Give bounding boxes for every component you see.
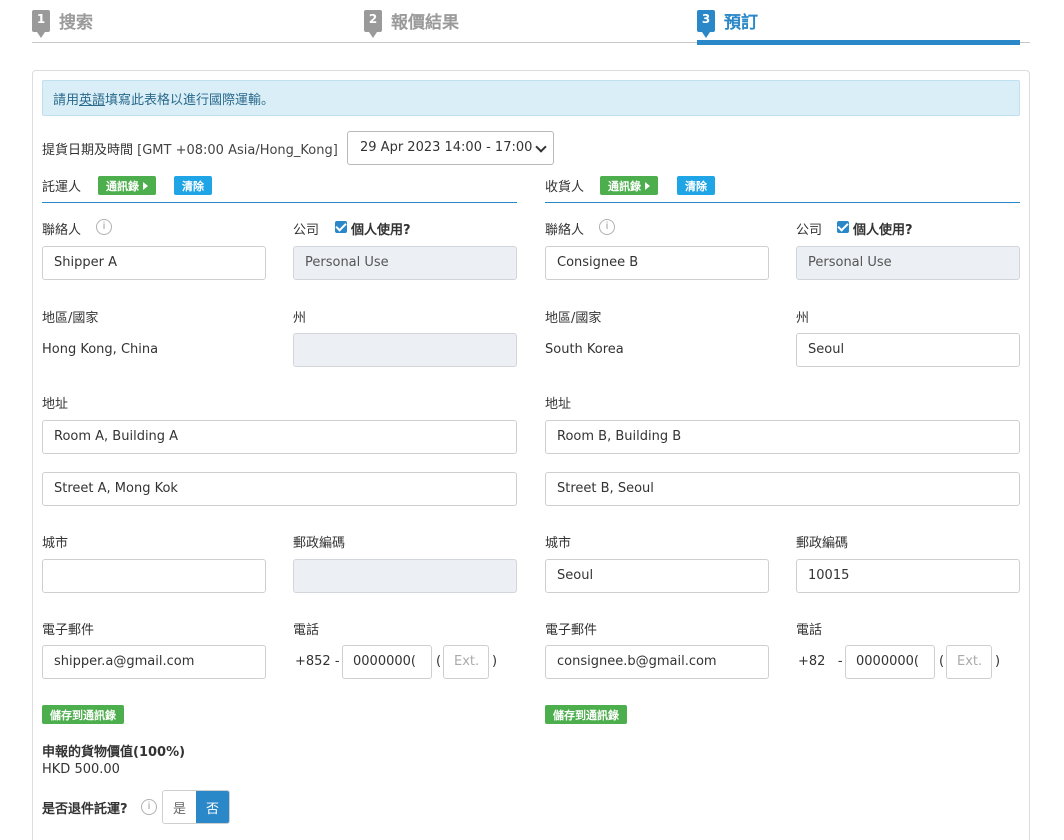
english-notice: 請用英語填寫此表格以進行國際運輸。 (42, 80, 1020, 116)
step-label: 報價結果 (391, 13, 459, 33)
consignee-phone-label: 電話 (796, 623, 823, 638)
consignee-email-label: 電子郵件 (545, 623, 598, 638)
consignee-contact-input[interactable]: Consignee B (545, 246, 769, 280)
shipper-personal-use-checkbox[interactable] (335, 221, 347, 233)
shipper-section-divider (42, 202, 517, 203)
notice-link-english[interactable]: 英語 (79, 93, 105, 108)
consignee-company-input[interactable]: Personal Use (796, 246, 1020, 280)
shipper-ext-input[interactable]: Ext. (443, 645, 489, 679)
consignee-address1-input[interactable]: Room B, Building B (545, 420, 1020, 454)
consignee-section-divider (545, 202, 1020, 203)
caret-right-icon (143, 181, 148, 190)
consignee-address-label: 地址 (545, 397, 572, 412)
consignee-region-value: South Korea (545, 342, 624, 357)
shipper-contact-input[interactable]: Shipper A (42, 246, 266, 280)
shipper-address-label: 地址 (42, 397, 69, 412)
shipper-save-to-address-book-button[interactable]: 儲存到通訊錄 (42, 705, 124, 724)
shipper-contact-label: 聯絡人 (42, 223, 82, 238)
consignee-phone-input[interactable]: 0000000( (845, 645, 935, 679)
booking-steps: 1 搜索 2 報價結果 3 預訂 (0, 0, 1064, 46)
paren-close: ) (995, 654, 1001, 669)
declared-value: HKD 500.00 (42, 762, 120, 777)
shipper-company-label: 公司 (293, 223, 320, 238)
consignee-email-input[interactable]: consignee.b@gmail.com (545, 645, 769, 679)
shipper-region-value: Hong Kong, China (42, 342, 159, 357)
consignee-contact-label: 聯絡人 (545, 223, 585, 238)
paren-open: ( (939, 654, 945, 669)
return-no-option[interactable]: 否 (196, 791, 229, 823)
step-label: 預訂 (724, 13, 758, 33)
shipper-address-book-button[interactable]: 通訊錄 (98, 176, 156, 195)
consignee-state-input[interactable]: Seoul (796, 333, 1020, 367)
active-step-indicator (697, 40, 1020, 45)
shipper-section-title: 託運人 (42, 180, 82, 195)
info-icon[interactable]: i (599, 219, 615, 235)
paren-open: ( (436, 654, 442, 669)
caret-right-icon (645, 181, 650, 190)
shipper-phone-label: 電話 (293, 623, 320, 638)
consignee-ext-input[interactable]: Ext. (946, 645, 992, 679)
shipper-phone-input[interactable]: 0000000( (342, 645, 432, 679)
step-number-badge: 3 (697, 9, 715, 38)
shipper-city-input[interactable] (42, 559, 266, 593)
consignee-personal-use-checkbox[interactable] (837, 221, 849, 233)
step-booking[interactable]: 3 預訂 (697, 8, 758, 38)
info-icon[interactable]: i (96, 219, 112, 235)
shipper-company-input[interactable]: Personal Use (293, 246, 517, 280)
paren-close: ) (492, 654, 498, 669)
consignee-address-book-button[interactable]: 通訊錄 (600, 176, 658, 195)
pickup-datetime-label: 提貨日期及時間 [GMT +08:00 Asia/Hong_Kong] (42, 139, 338, 158)
consignee-phone-code: +82 - (798, 654, 843, 669)
consignee-city-input[interactable]: Seoul (545, 559, 769, 593)
step-number-badge: 1 (32, 9, 50, 38)
consignee-section-title: 收貨人 (545, 180, 585, 195)
shipper-region-label: 地區/國家 (42, 311, 99, 326)
consignee-region-label: 地區/國家 (545, 311, 602, 326)
shipper-email-label: 電子郵件 (42, 623, 95, 638)
consignee-save-to-address-book-button[interactable]: 儲存到通訊錄 (545, 705, 627, 724)
pickup-timezone: [GMT +08:00 Asia/Hong_Kong] (137, 143, 338, 158)
address-book-label: 通訊錄 (106, 179, 139, 193)
return-yes-option[interactable]: 是 (163, 791, 196, 823)
declared-value-label: 申報的貨物價值(100%) (42, 745, 186, 760)
step-quote-results[interactable]: 2 報價結果 (364, 8, 459, 38)
consignee-personal-use-label: 個人使用? (853, 223, 913, 238)
step-label: 搜索 (59, 13, 93, 33)
consignee-state-label: 州 (796, 311, 810, 326)
info-icon[interactable]: i (141, 799, 157, 815)
chevron-down-icon (535, 141, 547, 153)
consignee-postcode-label: 郵政編碼 (796, 536, 849, 551)
shipper-state-label: 州 (293, 311, 307, 326)
step-search[interactable]: 1 搜索 (32, 8, 93, 38)
shipper-address2-input[interactable]: Street A, Mong Kok (42, 472, 517, 506)
consignee-city-label: 城市 (545, 536, 572, 551)
consignee-clear-button[interactable]: 清除 (677, 176, 715, 195)
return-shipment-toggle: 是 否 (162, 790, 230, 824)
shipper-email-input[interactable]: shipper.a@gmail.com (42, 645, 266, 679)
shipper-phone-code: +852 - (295, 654, 340, 669)
shipper-postcode-input[interactable] (293, 559, 517, 593)
shipper-postcode-label: 郵政編碼 (293, 536, 346, 551)
notice-text: 填寫此表格以進行國際運輸。 (105, 93, 275, 108)
consignee-postcode-input[interactable]: 10015 (796, 559, 1020, 593)
shipper-state-input[interactable] (293, 333, 517, 367)
address-book-label: 通訊錄 (608, 179, 641, 193)
shipper-personal-use-label: 個人使用? (351, 223, 411, 238)
shipper-clear-button[interactable]: 清除 (174, 176, 212, 195)
return-shipment-label: 是否退件託運? (42, 802, 128, 817)
pickup-datetime-select[interactable]: 29 Apr 2023 14:00 - 17:00 (347, 131, 554, 165)
consignee-company-label: 公司 (796, 223, 823, 238)
notice-text: 請用 (53, 93, 80, 108)
consignee-address2-input[interactable]: Street B, Seoul (545, 472, 1020, 506)
shipper-address1-input[interactable]: Room A, Building A (42, 420, 517, 454)
step-number-badge: 2 (364, 9, 382, 38)
pickup-label-text: 提貨日期及時間 (42, 143, 134, 158)
pickup-selected-value: 29 Apr 2023 14:00 - 17:00 (360, 140, 533, 155)
shipper-city-label: 城市 (42, 536, 69, 551)
